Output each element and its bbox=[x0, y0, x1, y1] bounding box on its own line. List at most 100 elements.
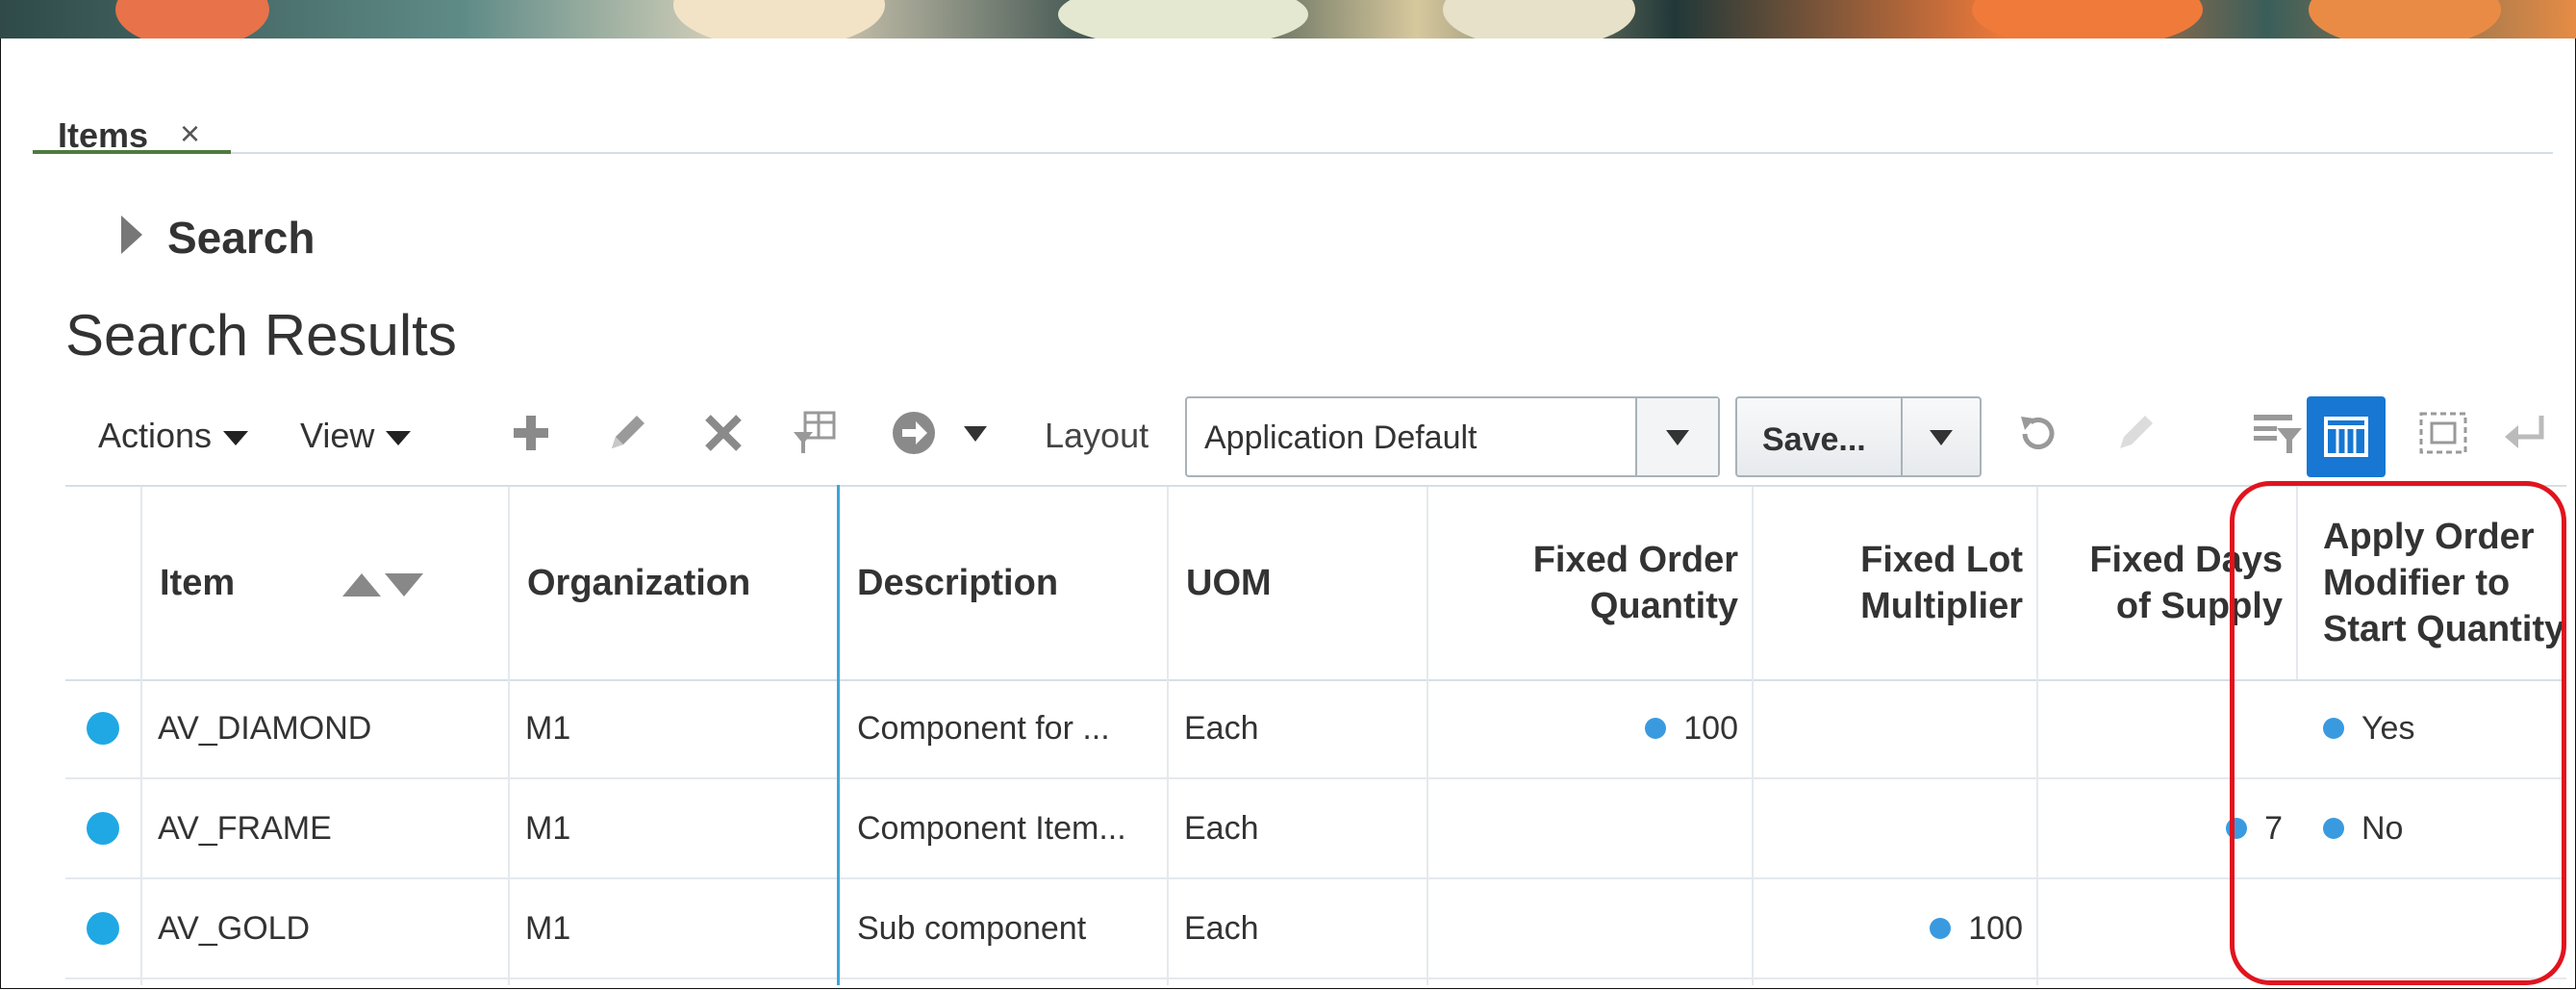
row-status-indicator[interactable] bbox=[87, 879, 125, 977]
table-row[interactable]: AV_FRAME M1 Component Item... Each 7 No bbox=[65, 779, 2566, 879]
frozen-column-divider[interactable] bbox=[837, 485, 840, 985]
column-header-apply-order-modifier[interactable]: Apply Order Modifier to Start Quantity bbox=[2296, 487, 2566, 679]
search-header[interactable]: Search bbox=[167, 212, 315, 264]
actions-menu-label: Actions bbox=[98, 416, 213, 455]
column-header-organization-label: Organization bbox=[527, 563, 751, 603]
banner-decoration bbox=[1058, 0, 1308, 38]
table-row[interactable]: AV_GOLD M1 Sub component Each 100 bbox=[65, 879, 2566, 979]
layout-select[interactable]: Application Default bbox=[1185, 396, 1720, 477]
table-row[interactable]: AV_DIAMOND M1 Component for ... Each 100… bbox=[65, 679, 2566, 779]
table-toolbar: Actions View Layout Application Default … bbox=[65, 389, 2566, 485]
column-header-apply-order-modifier-label: Apply Order Modifier to Start Quantity bbox=[2323, 517, 2565, 649]
actions-menu[interactable]: Actions bbox=[98, 416, 249, 456]
changed-indicator-icon bbox=[1645, 718, 1667, 739]
delete-icon[interactable] bbox=[696, 406, 750, 460]
banner-decoration bbox=[1972, 0, 2203, 38]
column-header-fixed-lot-multiplier-label: Fixed Lot Multiplier bbox=[1860, 540, 2023, 626]
column-header-fixed-order-quantity[interactable]: Fixed Order Quantity bbox=[1427, 487, 1752, 679]
banner-decoration bbox=[673, 0, 885, 38]
cell-fixed-lot-multiplier-value: 100 bbox=[1968, 909, 2023, 947]
cell-apply-order-modifier-value: Yes bbox=[2361, 709, 2415, 747]
cell-fixed-order-quantity-value: 100 bbox=[1683, 709, 1738, 747]
cell-apply-order-modifier[interactable] bbox=[2296, 879, 2566, 977]
page-title: Search Results bbox=[65, 303, 457, 368]
sort-descending-icon[interactable] bbox=[385, 573, 423, 597]
cell-item[interactable]: AV_FRAME bbox=[140, 779, 506, 877]
cell-uom[interactable]: Each bbox=[1167, 779, 1427, 877]
column-header-fixed-days-of-supply[interactable]: Fixed Days of Supply bbox=[2036, 487, 2296, 679]
status-dot-icon bbox=[87, 912, 119, 945]
cell-fixed-days-of-supply[interactable] bbox=[2036, 879, 2296, 977]
changed-indicator-icon bbox=[2323, 818, 2344, 839]
view-menu-label: View bbox=[300, 416, 375, 455]
column-header-item-label: Item bbox=[160, 563, 236, 603]
status-dot-icon bbox=[87, 712, 119, 745]
filter-columns-icon[interactable] bbox=[2251, 406, 2305, 460]
cell-uom[interactable]: Each bbox=[1167, 679, 1427, 777]
add-icon[interactable] bbox=[504, 406, 558, 460]
column-header-item[interactable]: Item bbox=[140, 487, 439, 679]
cell-fixed-days-of-supply[interactable]: 7 bbox=[2036, 779, 2296, 877]
cell-fixed-order-quantity[interactable] bbox=[1427, 879, 1752, 977]
cell-fixed-days-of-supply-value: 7 bbox=[2264, 809, 2283, 847]
cell-fixed-lot-multiplier[interactable] bbox=[1752, 779, 2036, 877]
chevron-down-icon bbox=[386, 430, 412, 445]
sort-buttons[interactable] bbox=[342, 573, 423, 597]
save-dropdown-button[interactable] bbox=[1901, 398, 1980, 475]
close-icon[interactable]: × bbox=[180, 114, 200, 154]
cell-item[interactable]: AV_DIAMOND bbox=[140, 679, 506, 777]
sort-ascending-icon[interactable] bbox=[342, 573, 381, 597]
banner-decoration bbox=[1443, 0, 1635, 38]
reset-icon[interactable] bbox=[2010, 406, 2064, 460]
column-header-description-label: Description bbox=[857, 563, 1059, 603]
cell-apply-order-modifier[interactable]: No bbox=[2296, 779, 2566, 877]
column-view-icon[interactable] bbox=[2307, 396, 2386, 477]
column-header-description[interactable]: Description bbox=[840, 487, 1167, 679]
wrap-icon[interactable] bbox=[2497, 406, 2551, 460]
layout-dropdown-button[interactable] bbox=[1635, 398, 1718, 475]
changed-indicator-icon bbox=[2323, 718, 2344, 739]
cell-apply-order-modifier-value: No bbox=[2361, 809, 2404, 847]
chevron-down-icon[interactable] bbox=[948, 406, 1002, 460]
status-dot-icon bbox=[87, 812, 119, 845]
row-status-indicator[interactable] bbox=[87, 679, 125, 777]
cell-description[interactable]: Component Item... bbox=[840, 779, 1167, 877]
cell-description[interactable]: Sub component bbox=[840, 879, 1167, 977]
header-banner bbox=[0, 0, 2576, 38]
cell-organization[interactable]: M1 bbox=[508, 779, 837, 877]
save-button-label: Save... bbox=[1762, 421, 1866, 458]
view-menu[interactable]: View bbox=[300, 416, 412, 456]
expand-triangle-icon[interactable] bbox=[121, 216, 142, 254]
banner-decoration bbox=[2309, 0, 2501, 38]
table-header-row: Item Organization Description UOM Fixed … bbox=[65, 485, 2566, 681]
column-header-organization[interactable]: Organization bbox=[508, 487, 837, 679]
column-header-fixed-lot-multiplier[interactable]: Fixed Lot Multiplier bbox=[1752, 487, 2036, 679]
edit-disabled-icon[interactable] bbox=[2109, 406, 2162, 460]
layout-select-value: Application Default bbox=[1204, 419, 1477, 456]
cell-apply-order-modifier[interactable]: Yes bbox=[2296, 679, 2566, 777]
cell-fixed-order-quantity[interactable]: 100 bbox=[1427, 679, 1752, 777]
query-by-example-icon[interactable] bbox=[789, 406, 843, 460]
tab-items-label: Items bbox=[58, 115, 149, 155]
column-header-fixed-order-quantity-label: Fixed Order Quantity bbox=[1532, 540, 1738, 626]
chevron-down-icon bbox=[223, 430, 249, 445]
cell-uom[interactable]: Each bbox=[1167, 879, 1427, 977]
detach-icon[interactable] bbox=[2416, 406, 2470, 460]
cell-description[interactable]: Component for ... bbox=[840, 679, 1167, 777]
cell-fixed-order-quantity[interactable] bbox=[1427, 779, 1752, 877]
cell-organization[interactable]: M1 bbox=[508, 679, 837, 777]
column-header-uom[interactable]: UOM bbox=[1167, 487, 1427, 679]
cell-fixed-days-of-supply[interactable] bbox=[2036, 679, 2296, 777]
tab-items[interactable]: Items × bbox=[33, 79, 231, 155]
go-arrow-icon[interactable] bbox=[887, 406, 941, 460]
cell-item[interactable]: AV_GOLD bbox=[140, 879, 506, 977]
changed-indicator-icon bbox=[1930, 918, 1952, 939]
row-status-indicator[interactable] bbox=[87, 779, 125, 877]
cell-fixed-lot-multiplier[interactable] bbox=[1752, 679, 2036, 777]
column-header-uom-label: UOM bbox=[1186, 563, 1272, 603]
cell-fixed-lot-multiplier[interactable]: 100 bbox=[1752, 879, 2036, 977]
cell-organization[interactable]: M1 bbox=[508, 879, 837, 977]
edit-pencil-icon[interactable] bbox=[600, 406, 654, 460]
column-header-fixed-days-of-supply-label: Fixed Days of Supply bbox=[2089, 540, 2283, 626]
save-layout-button[interactable]: Save... bbox=[1735, 396, 1982, 477]
